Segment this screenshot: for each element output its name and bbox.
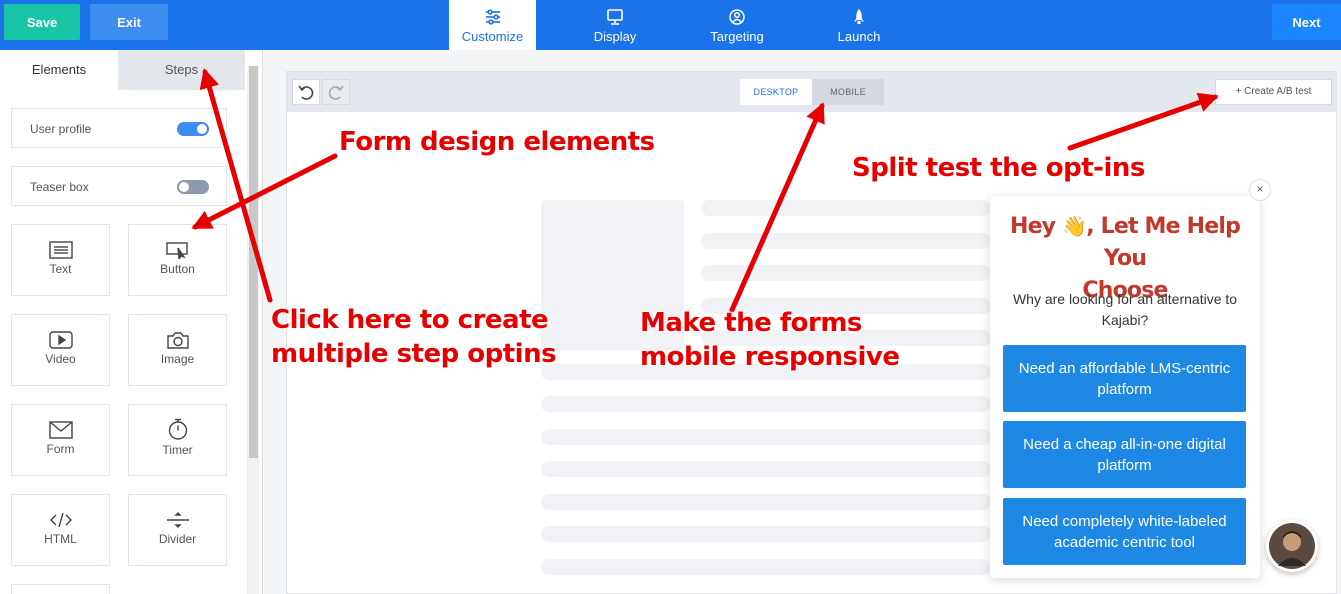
teaser-box-toggle[interactable] — [177, 180, 209, 194]
button-cursor-icon — [165, 242, 188, 259]
element-html[interactable]: HTML — [11, 494, 110, 566]
option-button-1[interactable]: Need an affordable LMS-centric platform — [1003, 345, 1246, 412]
element-button[interactable]: Button — [128, 224, 227, 296]
element-timer-label: Timer — [162, 443, 193, 457]
option-button-3[interactable]: Need completely white-labeled academic c… — [1003, 498, 1246, 565]
target-icon — [729, 9, 745, 25]
popup-question: Why are looking for an alternative to Ka… — [1012, 291, 1238, 328]
tab-display[interactable]: Display — [571, 0, 659, 50]
teaser-box-toggle-row: Teaser box — [11, 166, 227, 206]
video-icon — [48, 331, 73, 349]
save-button[interactable]: Save — [4, 4, 80, 40]
envelope-icon — [48, 421, 73, 439]
mobile-view-button[interactable]: MOBILE — [812, 79, 884, 105]
tab-launch[interactable]: Launch — [815, 0, 903, 50]
desktop-view-button[interactable]: DESKTOP — [740, 79, 812, 105]
user-profile-toggle[interactable] — [177, 122, 209, 136]
canvas-toolbar: DESKTOP MOBILE + Create A/B test — [287, 72, 1336, 112]
user-profile-toggle-row: User profile — [11, 108, 227, 148]
element-text-label: Text — [49, 262, 72, 276]
annotation-split-test: Split test the opt-ins — [852, 153, 1145, 183]
stopwatch-icon — [168, 418, 187, 440]
element-video-label: Video — [45, 352, 76, 366]
create-ab-test-button[interactable]: + Create A/B test — [1215, 79, 1332, 105]
placeholder-line — [701, 200, 991, 216]
element-button-label: Button — [160, 262, 195, 276]
wave-emoji: 👋 — [1062, 214, 1087, 238]
element-more[interactable] — [11, 584, 110, 594]
element-text[interactable]: Text — [11, 224, 110, 296]
exit-button[interactable]: Exit — [90, 4, 168, 40]
tab-steps[interactable]: Steps — [118, 50, 245, 90]
tab-targeting-label: Targeting — [710, 29, 764, 44]
tab-customize-label: Customize — [461, 29, 524, 44]
sliders-icon — [485, 9, 500, 25]
code-icon — [49, 512, 72, 528]
scroll-thumb[interactable] — [249, 66, 258, 458]
text-icon — [48, 241, 73, 259]
placeholder-line — [701, 265, 991, 281]
placeholder-line — [541, 559, 991, 575]
annotation-steps: Click here to create multiple step optins — [271, 305, 557, 369]
undo-icon — [298, 85, 314, 100]
undo-button[interactable] — [292, 79, 320, 105]
avatar[interactable] — [1266, 520, 1318, 572]
element-image[interactable]: Image — [128, 314, 227, 386]
placeholder-line — [541, 526, 991, 542]
tab-launch-label: Launch — [837, 29, 881, 44]
camera-icon — [166, 332, 189, 349]
left-panel: Elements Steps User profile Teaser box T… — [0, 50, 263, 594]
option-button-2[interactable]: Need a cheap all-in-one digital platform — [1003, 421, 1246, 488]
tab-elements[interactable]: Elements — [0, 50, 118, 90]
person-avatar-icon — [1269, 523, 1315, 569]
optin-popup: Hey 👋, Let Me Help You Choose Why are lo… — [990, 196, 1260, 578]
left-panel-scrollbar[interactable] — [247, 66, 259, 594]
placeholder-line — [541, 396, 991, 412]
element-form[interactable]: Form — [11, 404, 110, 476]
tab-display-label: Display — [593, 29, 637, 44]
placeholder-line — [541, 461, 991, 477]
popup-close-button[interactable]: × — [1249, 179, 1271, 201]
divider-icon — [166, 512, 189, 528]
redo-icon — [328, 85, 344, 100]
tab-targeting[interactable]: Targeting — [693, 0, 781, 50]
element-video[interactable]: Video — [11, 314, 110, 386]
element-divider[interactable]: Divider — [128, 494, 227, 566]
element-form-label: Form — [46, 442, 75, 456]
monitor-icon — [607, 9, 623, 25]
placeholder-line — [541, 429, 991, 445]
annotation-form-design: Form design elements — [339, 127, 655, 157]
user-profile-label: User profile — [30, 122, 92, 136]
placeholder-line — [701, 233, 991, 249]
placeholder-line — [541, 494, 991, 510]
element-image-label: Image — [160, 352, 195, 366]
element-html-label: HTML — [44, 532, 77, 546]
tab-customize[interactable]: Customize — [449, 0, 536, 50]
element-divider-label: Divider — [158, 532, 197, 546]
teaser-box-label: Teaser box — [30, 180, 89, 194]
element-timer[interactable]: Timer — [128, 404, 227, 476]
top-bar: Save Exit Customize Display Targeting La… — [0, 0, 1341, 50]
rocket-icon — [854, 9, 864, 24]
redo-button[interactable] — [322, 79, 350, 105]
next-button[interactable]: Next — [1272, 4, 1341, 40]
annotation-mobile: Make the forms mobile responsive — [640, 308, 900, 372]
